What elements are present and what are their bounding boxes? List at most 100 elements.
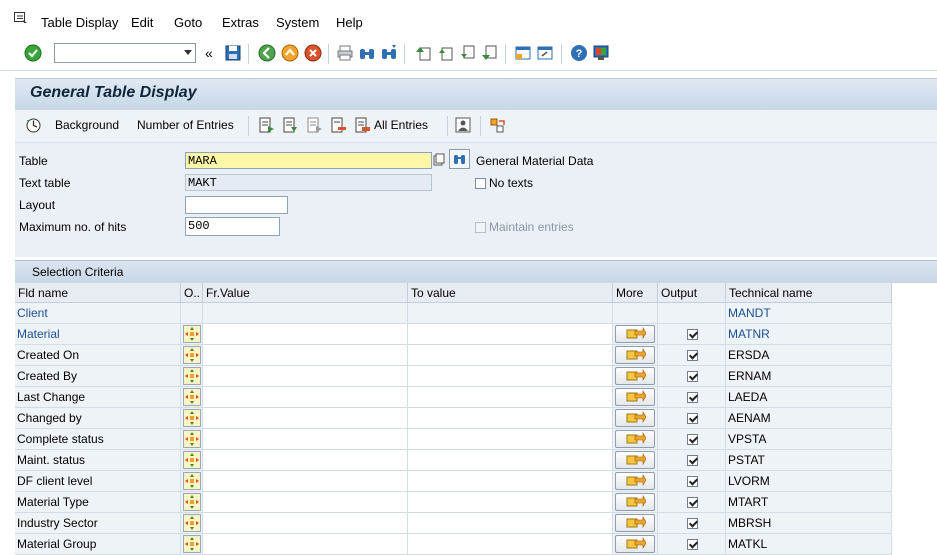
field-name[interactable]: Material <box>17 327 60 341</box>
multiple-selection-button[interactable] <box>615 325 655 343</box>
multiple-selection-button[interactable] <box>615 388 655 406</box>
from-value-input[interactable] <box>203 534 408 555</box>
multiple-selection-button[interactable] <box>615 451 655 469</box>
from-value-input[interactable] <box>203 450 408 471</box>
all-entries-button[interactable]: All Entries <box>374 118 428 132</box>
output-checkbox[interactable] <box>687 497 698 508</box>
multiple-selection-button[interactable] <box>615 430 655 448</box>
next-page-icon[interactable] <box>458 44 476 62</box>
back-icon[interactable] <box>258 44 276 62</box>
double-chevron-left-icon[interactable]: « <box>205 45 213 61</box>
output-checkbox[interactable] <box>687 455 698 466</box>
from-value-input[interactable] <box>203 366 408 387</box>
background-button[interactable]: Background <box>55 118 119 132</box>
find-next-icon[interactable] <box>380 44 398 62</box>
col-header-output[interactable]: Output <box>658 283 726 303</box>
output-checkbox[interactable] <box>687 392 698 403</box>
output-checkbox[interactable] <box>687 371 698 382</box>
menu-table-display[interactable]: Table Display <box>41 15 118 30</box>
other-table-icon[interactable] <box>489 117 506 134</box>
exit-icon[interactable] <box>281 44 299 62</box>
col-header-from-value[interactable]: Fr.Value <box>203 283 408 303</box>
col-header-technical-name[interactable]: Technical name <box>726 283 892 303</box>
to-value-input[interactable] <box>408 324 613 345</box>
from-value-input[interactable] <box>203 387 408 408</box>
multiple-selection-button[interactable] <box>615 472 655 490</box>
execute-background-icon[interactable] <box>25 117 42 134</box>
no-texts-checkbox[interactable] <box>475 178 486 189</box>
menu-goto[interactable]: Goto <box>174 15 202 30</box>
number-of-entries-button[interactable]: Number of Entries <box>137 118 234 132</box>
search-help-button[interactable] <box>449 149 470 169</box>
save-icon[interactable] <box>224 44 242 62</box>
selection-option-icon[interactable] <box>183 325 201 343</box>
first-page-icon[interactable] <box>414 44 432 62</box>
field-name[interactable]: Client <box>17 306 48 320</box>
selection-option-icon[interactable] <box>183 472 201 490</box>
multiple-selection-button[interactable] <box>615 493 655 511</box>
from-value-input[interactable] <box>203 513 408 534</box>
last-page-icon[interactable] <box>480 44 498 62</box>
to-value-input[interactable] <box>408 534 613 555</box>
max-hits-input[interactable]: 500 <box>185 217 280 236</box>
menu-extras[interactable]: Extras <box>222 15 259 30</box>
to-value-input[interactable] <box>408 345 613 366</box>
all-entries-icon[interactable] <box>354 117 371 134</box>
new-session-icon[interactable] <box>514 44 532 62</box>
help-icon[interactable]: ? <box>570 44 588 62</box>
selection-option-icon[interactable] <box>183 430 201 448</box>
col-header-to-value[interactable]: To value <box>408 283 613 303</box>
output-checkbox[interactable] <box>687 350 698 361</box>
menu-toggle-icon[interactable] <box>14 12 28 24</box>
multiple-selection-button[interactable] <box>615 409 655 427</box>
from-value-input[interactable] <box>203 429 408 450</box>
selection-option-icon[interactable] <box>183 388 201 406</box>
select-fields-icon[interactable] <box>258 117 275 134</box>
output-checkbox[interactable] <box>687 518 698 529</box>
selection-options-icon[interactable] <box>306 117 323 134</box>
selection-option-icon[interactable] <box>183 514 201 532</box>
to-value-input[interactable] <box>408 429 613 450</box>
col-header-more[interactable]: More <box>613 283 658 303</box>
from-value-input[interactable] <box>203 345 408 366</box>
output-checkbox[interactable] <box>687 329 698 340</box>
to-value-input[interactable] <box>408 408 613 429</box>
output-checkbox[interactable] <box>687 434 698 445</box>
from-value-input[interactable] <box>203 324 408 345</box>
to-value-input[interactable] <box>408 366 613 387</box>
menu-system[interactable]: System <box>276 15 319 30</box>
shortcut-icon[interactable] <box>536 44 554 62</box>
layout-input[interactable] <box>185 196 288 214</box>
find-icon[interactable] <box>358 44 376 62</box>
selection-option-icon[interactable] <box>183 535 201 553</box>
selection-option-icon[interactable] <box>183 346 201 364</box>
multiple-selection-button[interactable] <box>615 535 655 553</box>
to-value-input[interactable] <box>408 492 613 513</box>
output-checkbox[interactable] <box>687 539 698 550</box>
selection-option-icon[interactable] <box>183 451 201 469</box>
menu-help[interactable]: Help <box>336 15 363 30</box>
cancel-icon[interactable] <box>304 44 322 62</box>
from-value-input[interactable] <box>203 471 408 492</box>
command-field[interactable] <box>54 43 196 63</box>
user-settings-icon[interactable] <box>455 117 472 134</box>
multiple-selection-button[interactable] <box>615 514 655 532</box>
col-header-option[interactable]: O.. <box>181 283 203 303</box>
customize-layout-icon[interactable] <box>592 44 610 62</box>
multiple-selection-button[interactable] <box>615 367 655 385</box>
chevron-down-icon[interactable] <box>184 50 192 55</box>
output-checkbox[interactable] <box>687 413 698 424</box>
selection-option-icon[interactable] <box>183 409 201 427</box>
output-checkbox[interactable] <box>687 476 698 487</box>
to-value-input[interactable] <box>408 471 613 492</box>
menu-edit[interactable]: Edit <box>131 15 153 30</box>
copy-icon[interactable] <box>433 153 445 167</box>
print-icon[interactable] <box>336 44 354 62</box>
multiple-selection-button[interactable] <box>615 346 655 364</box>
enter-check-icon[interactable] <box>24 44 42 62</box>
to-value-input[interactable] <box>408 450 613 471</box>
table-input[interactable]: MARA <box>185 152 432 169</box>
from-value-input[interactable] <box>203 492 408 513</box>
col-header-fld-name[interactable]: Fld name <box>15 283 181 303</box>
field-list-icon[interactable] <box>282 117 299 134</box>
